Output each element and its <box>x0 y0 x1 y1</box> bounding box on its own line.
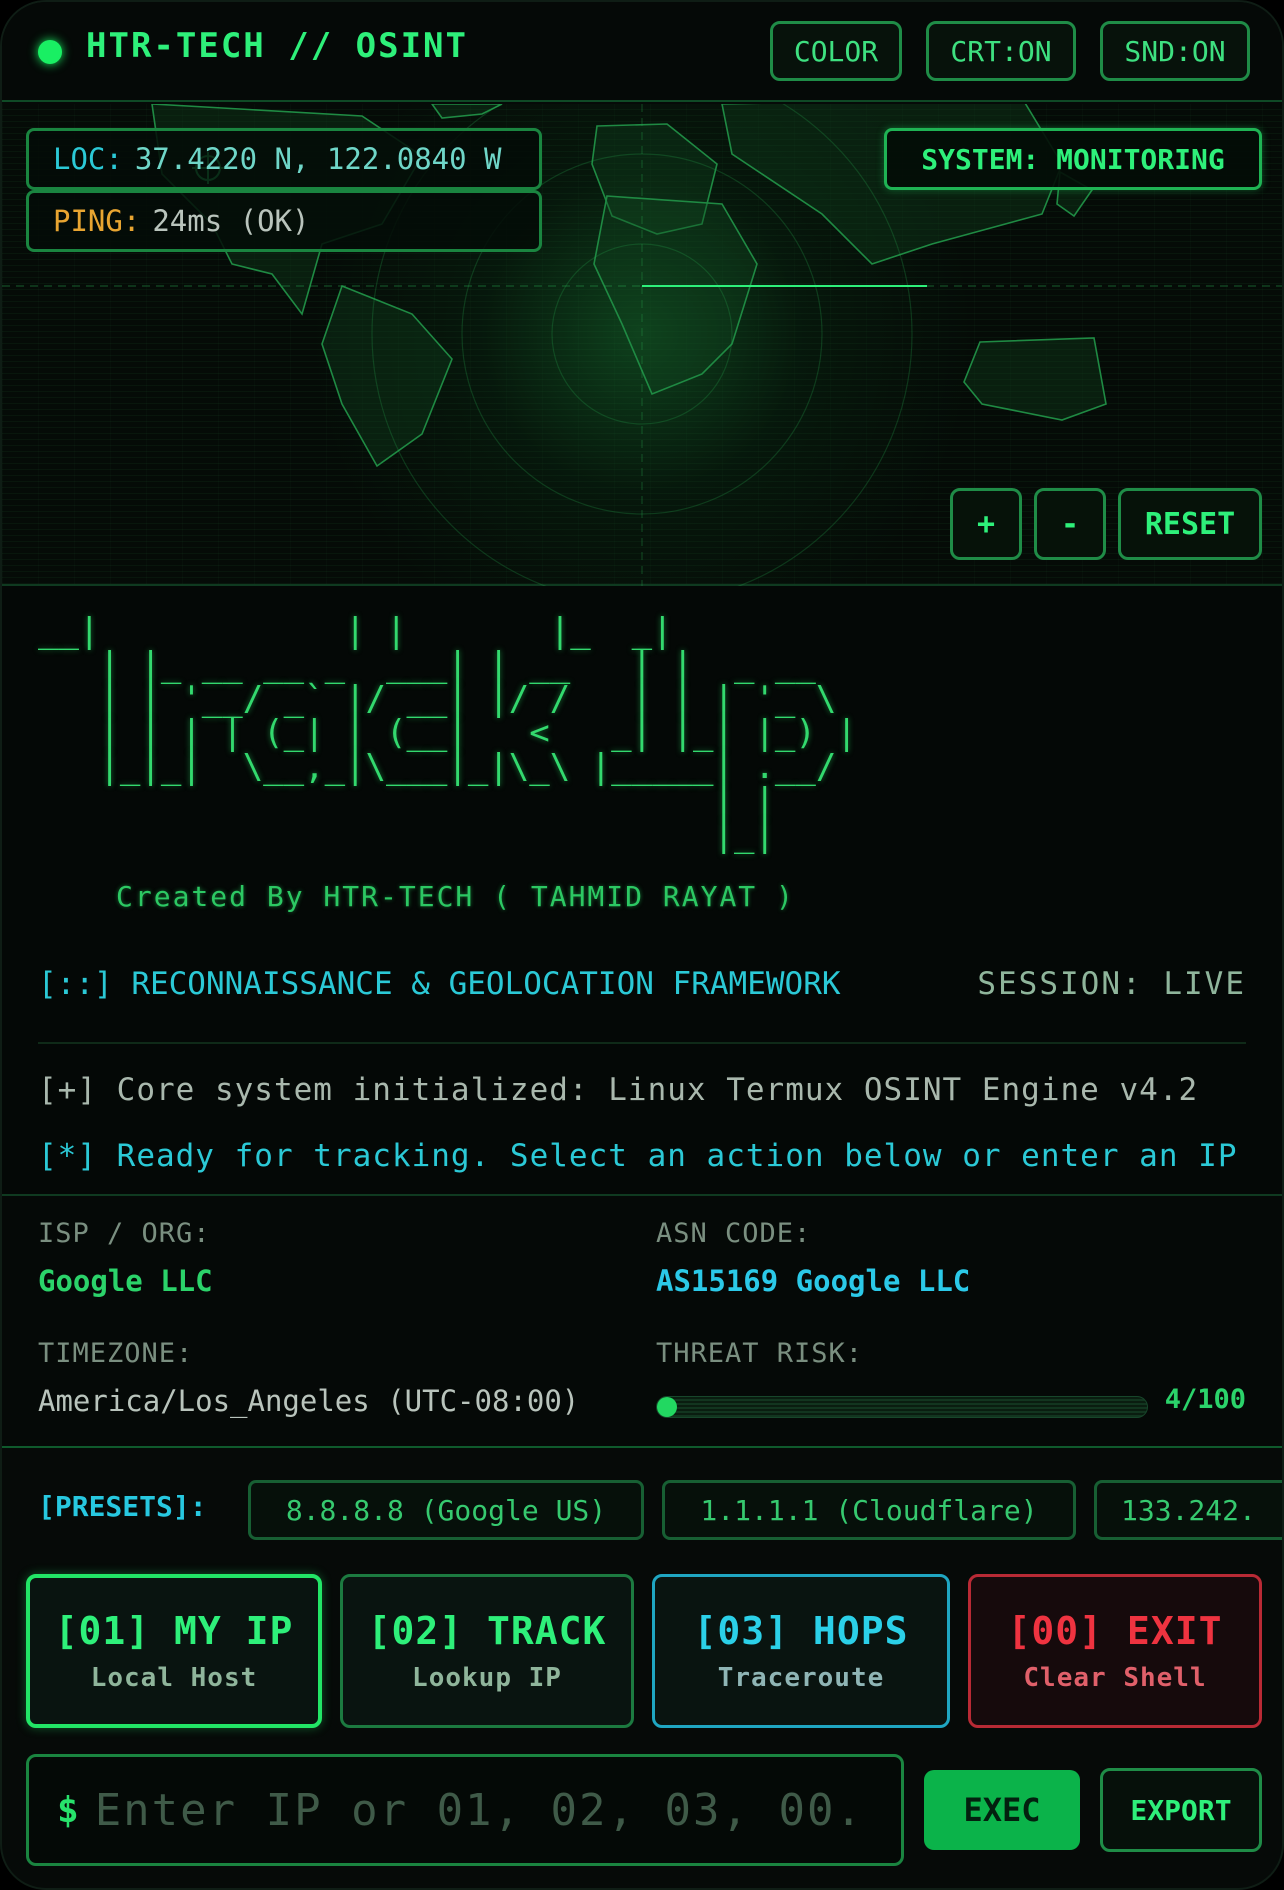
ping-key: PING: <box>53 204 141 238</box>
sound-toggle-button[interactable]: SND:ON <box>1100 21 1250 81</box>
export-button[interactable]: EXPORT <box>1100 1768 1262 1852</box>
preset-chip[interactable]: 133.242. <box>1094 1480 1282 1540</box>
log-line: [+] Core system initialized: Linux Termu… <box>38 1072 1199 1108</box>
track-button[interactable]: [02] TRACK Lookup IP <box>340 1574 634 1728</box>
action-title: [02] TRACK <box>367 1609 607 1653</box>
exec-button[interactable]: EXEC <box>924 1770 1080 1850</box>
threat-label: THREAT RISK: <box>656 1338 864 1369</box>
command-bar: $ <box>26 1754 904 1866</box>
isp-value: Google LLC <box>38 1264 213 1298</box>
credit-line: Created By HTR-TECH ( TAHMID RAYAT ) <box>116 880 795 913</box>
system-status-badge: SYSTEM: MONITORING <box>884 128 1262 190</box>
framework-title: [::] RECONNAISSANCE & GEOLOCATION FRAMEW… <box>38 966 841 1002</box>
my-ip-button[interactable]: [01] MY IP Local Host <box>26 1574 322 1728</box>
log-line: [*] Ready for tracking. Select an action… <box>38 1138 1238 1174</box>
preset-chip[interactable]: 1.1.1.1 (Cloudflare) <box>662 1480 1076 1540</box>
ping-readout: PING: 24ms (OK) <box>26 190 542 252</box>
app-window: HTR-TECH // OSINT COLOR CRT:ON SND:ON LO… <box>0 0 1284 1890</box>
ascii-banner: __| | | |_ _| | |_ __ __ _ ___| | __ | |… <box>38 611 857 855</box>
action-title: [03] HOPS <box>693 1609 909 1653</box>
location-key: LOC: <box>53 142 123 176</box>
action-title: [00] EXIT <box>1007 1609 1223 1653</box>
timezone-value: America/Los_Angeles (UTC-08:00) <box>38 1384 580 1418</box>
threat-risk-bar <box>656 1396 1148 1418</box>
landmass-south-america <box>321 284 453 468</box>
ip-info-panel: ISP / ORG: Google LLC ASN CODE: AS15169 … <box>2 1194 1282 1448</box>
asn-value: AS15169 Google LLC <box>656 1264 971 1298</box>
asn-label: ASN CODE: <box>656 1218 812 1249</box>
landmass-africa <box>593 195 758 396</box>
zoom-in-button[interactable]: + <box>950 488 1022 560</box>
world-map[interactable]: LOC: 37.4220 N, 122.0840 W PING: 24ms (O… <box>2 104 1282 586</box>
action-subtitle: Lookup IP <box>412 1663 562 1693</box>
hops-button[interactable]: [03] HOPS Traceroute <box>652 1574 950 1728</box>
landmass-australia <box>963 337 1107 421</box>
color-button[interactable]: COLOR <box>770 21 902 81</box>
action-title: [01] MY IP <box>54 1609 294 1653</box>
isp-label: ISP / ORG: <box>38 1218 211 1249</box>
reset-map-button[interactable]: RESET <box>1118 488 1262 560</box>
session-status: SESSION: LIVE <box>977 966 1246 1002</box>
terminal-divider <box>38 1042 1246 1044</box>
crt-toggle-button[interactable]: CRT:ON <box>926 21 1076 81</box>
zoom-out-button[interactable]: - <box>1034 488 1106 560</box>
presets-label: [PRESETS]: <box>38 1490 207 1523</box>
landmass-greenland <box>431 104 503 119</box>
ping-value: 24ms (OK) <box>152 204 310 238</box>
command-input[interactable] <box>94 1784 855 1836</box>
threat-risk-fill <box>657 1397 677 1417</box>
exit-button[interactable]: [00] EXIT Clear Shell <box>968 1574 1262 1728</box>
presets-bar: [PRESETS]: 8.8.8.8 (Google US) 1.1.1.1 (… <box>2 1450 1282 1570</box>
preset-chip[interactable]: 8.8.8.8 (Google US) <box>248 1480 644 1540</box>
timezone-label: TIMEZONE: <box>38 1338 194 1369</box>
action-subtitle: Clear Shell <box>1023 1663 1207 1693</box>
terminal-output: __| | | |_ _| | |_ __ __ _ ___| | __ | |… <box>2 586 1282 1194</box>
action-subtitle: Local Host <box>90 1663 258 1693</box>
top-bar: HTR-TECH // OSINT COLOR CRT:ON SND:ON <box>2 2 1282 102</box>
location-readout: LOC: 37.4220 N, 122.0840 W <box>26 128 542 190</box>
threat-value: 4/100 <box>1164 1384 1246 1415</box>
prompt-symbol: $ <box>57 1789 79 1831</box>
status-dot-icon <box>38 40 62 64</box>
location-value: 37.4220 N, 122.0840 W <box>134 142 502 176</box>
app-title: HTR-TECH // OSINT <box>86 26 468 66</box>
action-subtitle: Traceroute <box>717 1663 885 1693</box>
